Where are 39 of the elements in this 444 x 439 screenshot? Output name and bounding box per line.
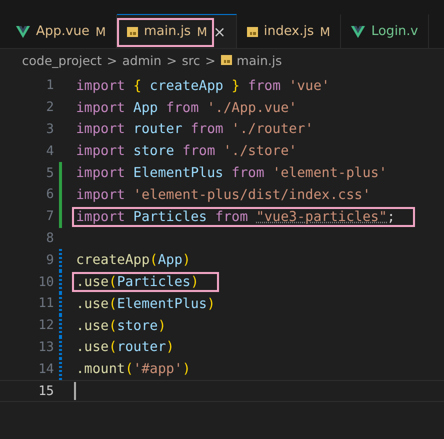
status-letter: M: [196, 24, 208, 38]
code-line: import router from './router': [75, 120, 314, 140]
code-line: .use(router): [75, 338, 176, 358]
breadcrumb-item[interactable]: code_project: [22, 52, 102, 68]
line-number: 1: [45, 78, 54, 94]
status-letter: M: [320, 24, 330, 38]
line-number: 3: [45, 122, 54, 137]
code-line: .use(ElementPlus): [75, 294, 216, 314]
code-line: .use(store): [75, 316, 168, 336]
breadcrumb-item[interactable]: main.js: [236, 52, 282, 68]
line-number: 5: [45, 166, 54, 181]
code-line: .mount('#app'): [75, 360, 192, 380]
status-letter: M: [95, 24, 106, 38]
editor-tab[interactable]: main.js M ×: [116, 14, 237, 48]
code-line: import { createApp } from 'vue': [75, 76, 331, 96]
code-line: import ElementPlus from 'element-plus': [75, 164, 388, 184]
line-number: 10: [37, 274, 54, 290]
text-cursor: [74, 382, 76, 400]
line-number: 11: [37, 296, 54, 312]
breadcrumb-separator: >: [106, 52, 118, 68]
line-number: 7: [45, 209, 54, 224]
line-number: 9: [45, 252, 54, 268]
breadcrumb-item[interactable]: admin: [122, 52, 162, 68]
breadcrumb-separator: >: [205, 52, 216, 68]
code-line: createApp(App): [75, 251, 192, 270]
line-number: 14: [37, 362, 54, 377]
line-number: 4: [45, 144, 54, 159]
breadcrumb-separator: >: [166, 52, 177, 68]
breadcrumb-item[interactable]: src: [182, 52, 200, 68]
code-line: import App from './App.vue': [75, 98, 298, 118]
code-line: import 'element-plus/dist/index.css': [75, 186, 372, 205]
close-button[interactable]: ×: [213, 22, 226, 40]
line-number: 15: [37, 384, 54, 399]
line-number: 8: [45, 230, 54, 246]
line-number: 2: [45, 100, 54, 116]
line-number: 12: [37, 318, 54, 334]
line-number: 6: [45, 187, 54, 202]
code-line: import store from './store': [75, 142, 298, 162]
line-number: 13: [37, 340, 54, 355]
